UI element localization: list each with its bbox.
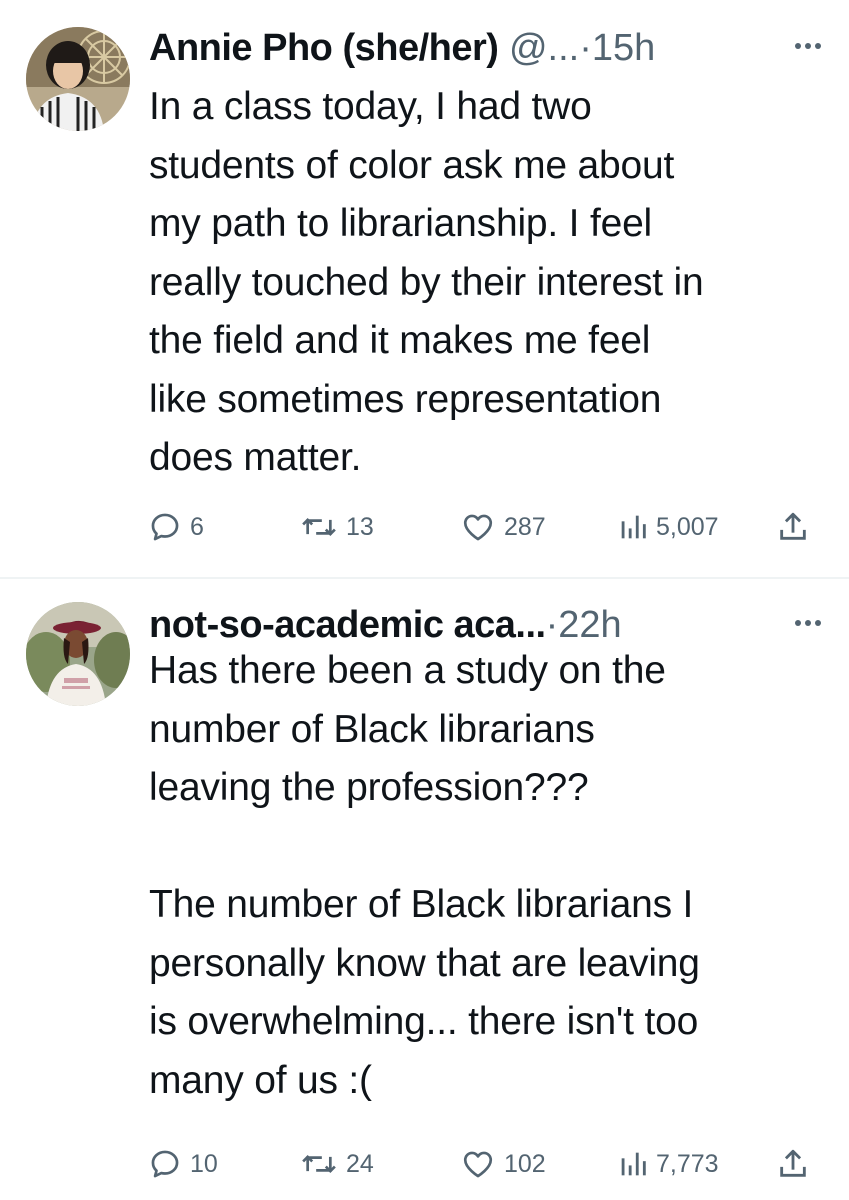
share-icon (780, 1149, 806, 1177)
tweet-actions: 6 13 287 5,007 (148, 507, 828, 547)
repost-icon (302, 1155, 336, 1173)
tweet-actions: 10 24 102 7,773 (148, 1144, 828, 1184)
views-button[interactable]: 5,007 (618, 507, 719, 547)
repost-count: 13 (346, 512, 374, 541)
reply-button[interactable]: 6 (148, 507, 204, 547)
more-dots-icon[interactable] (793, 24, 823, 72)
reply-icon (151, 1150, 179, 1178)
tweet-header: Annie Pho (she/her) @...·15h (149, 24, 831, 72)
reply-icon (151, 513, 179, 541)
author-handle[interactable]: @... (509, 27, 579, 69)
like-count: 287 (504, 512, 546, 541)
reply-count: 6 (190, 512, 204, 541)
views-button[interactable]: 7,773 (618, 1144, 719, 1184)
timestamp[interactable]: 15h (592, 27, 655, 69)
avatar-photo (26, 602, 130, 706)
avatar-photo (26, 27, 130, 131)
repost-count: 24 (346, 1149, 374, 1178)
reply-button[interactable]: 10 (148, 1144, 218, 1184)
tweet-text: Has there been a study on the number of … (149, 649, 700, 1102)
like-button[interactable]: 102 (460, 1144, 546, 1184)
heart-icon (463, 1151, 493, 1178)
share-button[interactable] (776, 507, 818, 547)
tweet[interactable]: Annie Pho (she/her) @...·15h In a class … (0, 0, 849, 578)
heart-icon (463, 514, 493, 541)
separator-dot: · (579, 27, 592, 69)
author-name[interactable]: not-so-academic aca... (149, 604, 546, 646)
share-icon (780, 512, 806, 540)
views-count: 5,007 (656, 512, 719, 541)
tweet-text: In a class today, I had two students of … (149, 85, 704, 479)
timestamp[interactable]: 22h (558, 604, 621, 646)
views-count: 7,773 (656, 1149, 719, 1178)
like-count: 102 (504, 1149, 546, 1178)
views-chart-icon (621, 1152, 646, 1176)
reply-count: 10 (190, 1149, 218, 1178)
views-chart-icon (621, 515, 646, 539)
separator-dot: · (545, 604, 559, 646)
author-name[interactable]: Annie Pho (she/her) (149, 27, 499, 69)
avatar[interactable] (26, 602, 130, 706)
repost-icon (302, 518, 336, 536)
repost-button[interactable]: 24 (300, 1144, 374, 1184)
repost-button[interactable]: 13 (300, 507, 374, 547)
tweet[interactable]: not-so-academic aca...·22h Has there bee… (0, 579, 849, 1200)
avatar[interactable] (26, 27, 130, 131)
share-button[interactable] (776, 1144, 818, 1184)
like-button[interactable]: 287 (460, 507, 546, 547)
